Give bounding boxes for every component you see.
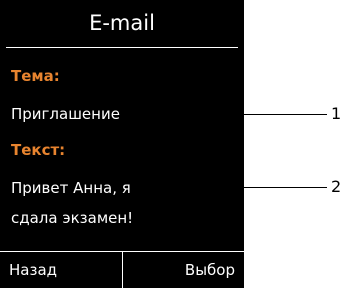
message-text-line-1[interactable]: Привет Анна, я [11,178,131,198]
select-softkey[interactable]: Выбор [185,252,235,288]
phone-display: E-mail Тема: Приглашение Текст: Привет А… [0,0,244,288]
text-label: Текст: [11,141,66,159]
title-divider [6,47,238,48]
subject-field[interactable]: Приглашение [11,104,120,124]
softkey-divider [122,252,123,288]
subject-label: Тема: [11,67,60,85]
callout-number-1: 1 [331,104,341,123]
screen-title: E-mail [89,11,155,35]
callout-line-1 [244,114,327,115]
callout-number-2: 2 [331,177,341,196]
message-text-line-2[interactable]: сдала экзамен! [11,208,133,228]
back-softkey[interactable]: Назад [9,252,57,288]
callout-line-2 [244,187,327,188]
softkey-bar: Назад Выбор [0,251,244,289]
